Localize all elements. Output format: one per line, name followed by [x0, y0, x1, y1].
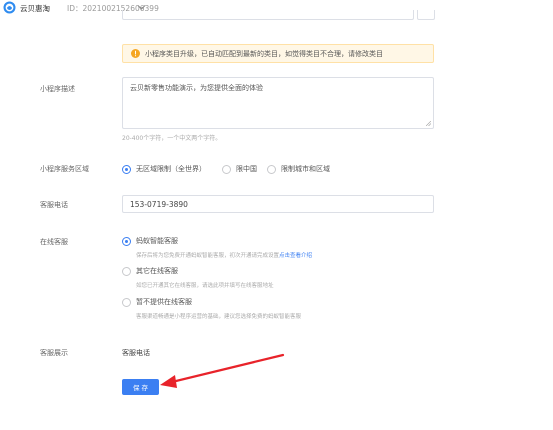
category-upgrade-notice: 小程序类目升级，已自动匹配到最新的类目，如觉得类目不合理，请修改类目 [122, 44, 434, 63]
app-logo-icon [3, 1, 16, 14]
service-area-option-city[interactable]: 限制城市和区域 [267, 164, 330, 174]
resize-grip-icon[interactable] [426, 121, 431, 126]
radio-checked-icon[interactable] [122, 164, 131, 174]
radio-icon[interactable] [122, 266, 131, 276]
service-area-option-worldwide[interactable]: 无区域限制（全世界） [122, 164, 206, 174]
save-button[interactable]: 保 存 [122, 379, 159, 395]
app-name: 云贝惠淘 [20, 4, 50, 13]
online-service-option-ant[interactable]: 蚂蚁智能客服 [122, 236, 178, 246]
annotation-arrow-icon [160, 353, 285, 388]
online-service-option-other[interactable]: 其它在线客服 [122, 266, 178, 276]
display-label: 客服展示 [40, 349, 68, 357]
no-service-desc: 客服渠道畅通是小程序运营的基础，建议您选择免费的蚂蚁智能客服 [136, 314, 302, 320]
radio-icon[interactable] [222, 164, 231, 174]
description-hint: 20-400个字符，一个中文两个字符。 [122, 135, 222, 142]
notice-text: 小程序类目升级，已自动匹配到最新的类目，如觉得类目不合理，请修改类目 [145, 50, 383, 58]
phone-label: 客服电话 [40, 201, 68, 209]
ant-service-desc: 保存后将为您免费开通蚂蚁智能客服，初次开通请完成设置点击查看介绍 [136, 253, 313, 259]
description-value: 云贝新零售功能演示，为您提供全面的体验 [130, 84, 263, 92]
service-area-option-china[interactable]: 限中国 [222, 164, 257, 174]
warning-icon [131, 49, 140, 58]
radio-icon[interactable] [122, 297, 131, 307]
phone-value: 153-0719-3890 [130, 200, 188, 209]
description-textarea[interactable]: 云贝新零售功能演示，为您提供全面的体验 [122, 77, 434, 129]
view-intro-link[interactable]: 点击查看介绍 [279, 253, 312, 259]
description-label: 小程序描述 [40, 85, 75, 93]
radio-checked-icon[interactable] [122, 236, 131, 246]
phone-input[interactable]: 153-0719-3890 [122, 195, 434, 213]
previous-field[interactable] [122, 10, 414, 20]
online-service-option-none[interactable]: 暂不提供在线客服 [122, 297, 192, 307]
display-value: 客服电话 [122, 349, 150, 357]
online-service-label: 在线客服 [40, 238, 68, 246]
radio-icon[interactable] [267, 164, 276, 174]
service-area-label: 小程序服务区域 [40, 165, 89, 173]
other-service-desc: 如您已开通其它在线客服，请选此项并填写在线客服地址 [136, 283, 274, 289]
previous-field-button[interactable] [417, 10, 435, 20]
